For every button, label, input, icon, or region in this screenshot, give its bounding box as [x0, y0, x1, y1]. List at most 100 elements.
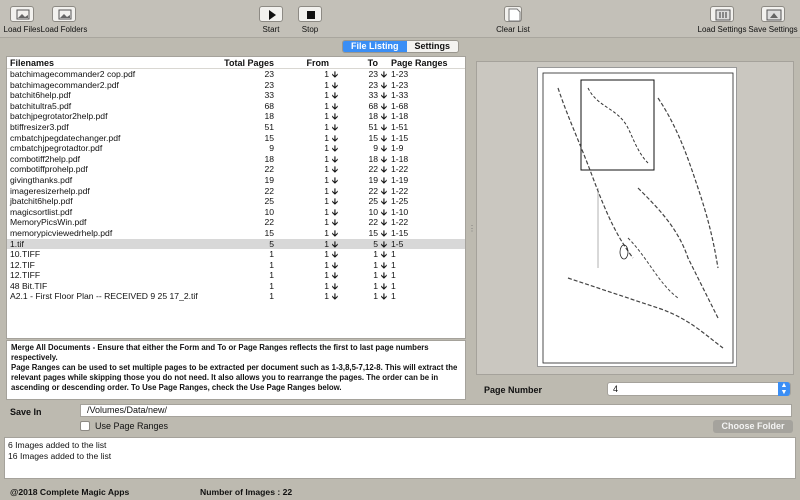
- down-arrow-icon[interactable]: 🡫: [329, 186, 341, 197]
- to-stepper[interactable]: 22: [341, 164, 378, 175]
- updown-chevron-icon[interactable]: ▲ ▼: [778, 382, 790, 396]
- down-arrow-icon[interactable]: 🡫: [378, 90, 390, 101]
- down-arrow-icon[interactable]: 🡫: [329, 164, 341, 175]
- to-stepper[interactable]: 10: [341, 207, 378, 218]
- from-stepper[interactable]: 1: [274, 270, 329, 281]
- table-row[interactable]: 1.tif 5 1 🡫 5 🡫 1-5: [7, 238, 465, 250]
- table-row[interactable]: 48 Bit.TIF 1 1 🡫 1 🡫 1: [7, 281, 465, 292]
- clear-list-button[interactable]: Clear List: [483, 6, 543, 34]
- to-stepper[interactable]: 23: [341, 69, 378, 80]
- table-row[interactable]: givingthanks.pdf 19 1 🡫 19 🡫 1-19: [7, 175, 465, 186]
- down-arrow-icon[interactable]: 🡫: [329, 207, 341, 218]
- from-stepper[interactable]: 1: [274, 143, 329, 154]
- from-stepper[interactable]: 1: [274, 217, 329, 228]
- down-arrow-icon[interactable]: 🡫: [329, 80, 341, 91]
- to-stepper[interactable]: 18: [341, 154, 378, 165]
- from-stepper[interactable]: 1: [274, 186, 329, 197]
- down-arrow-icon[interactable]: 🡫: [329, 249, 341, 260]
- down-arrow-icon[interactable]: 🡫: [329, 101, 341, 112]
- page-ranges-field[interactable]: 1-22: [390, 217, 460, 228]
- table-row[interactable]: batchjpegrotator2help.pdf 18 1 🡫 18 🡫 1-18: [7, 111, 465, 122]
- page-ranges-field[interactable]: 1-23: [390, 80, 460, 91]
- down-arrow-icon[interactable]: 🡫: [378, 217, 390, 228]
- page-ranges-field[interactable]: 1: [390, 281, 460, 292]
- table-row[interactable]: btiffresizer3.pdf 51 1 🡫 51 🡫 1-51: [7, 122, 465, 133]
- page-ranges-field[interactable]: 1: [390, 291, 460, 302]
- from-stepper[interactable]: 1: [274, 69, 329, 80]
- page-ranges-field[interactable]: 1-51: [390, 122, 460, 133]
- save-path-field[interactable]: /Volumes/Data/new/: [80, 404, 792, 417]
- to-stepper[interactable]: 15: [341, 133, 378, 144]
- down-arrow-icon[interactable]: 🡫: [378, 69, 390, 80]
- down-arrow-icon[interactable]: 🡫: [378, 111, 390, 122]
- down-arrow-icon[interactable]: 🡫: [378, 291, 390, 302]
- page-number-select[interactable]: 4 ▲ ▼: [607, 382, 791, 396]
- page-ranges-field[interactable]: 1-23: [390, 69, 460, 80]
- table-row[interactable]: A2.1 - First Floor Plan -- RECEIVED 9 25…: [7, 291, 465, 302]
- down-arrow-icon[interactable]: 🡫: [329, 228, 341, 239]
- table-row[interactable]: MemoryPicsWin.pdf 22 1 🡫 22 🡫 1-22: [7, 217, 465, 228]
- down-arrow-icon[interactable]: 🡫: [329, 133, 341, 144]
- page-ranges-field[interactable]: 1-22: [390, 164, 460, 175]
- table-row[interactable]: magicsortlist.pdf 10 1 🡫 10 🡫 1-10: [7, 207, 465, 218]
- down-arrow-icon[interactable]: 🡫: [378, 101, 390, 112]
- from-stepper[interactable]: 1: [274, 239, 329, 250]
- to-stepper[interactable]: 22: [341, 217, 378, 228]
- table-row[interactable]: memorypicviewedrhelp.pdf 15 1 🡫 15 🡫 1-15: [7, 228, 465, 239]
- column-header-total-pages[interactable]: Total Pages: [212, 57, 274, 68]
- to-stepper[interactable]: 1: [341, 291, 378, 302]
- down-arrow-icon[interactable]: 🡫: [378, 228, 390, 239]
- column-header-to[interactable]: To: [341, 57, 378, 68]
- column-header-filenames[interactable]: Filenames: [7, 57, 212, 68]
- from-stepper[interactable]: 1: [274, 196, 329, 207]
- down-arrow-icon[interactable]: 🡫: [378, 260, 390, 271]
- down-arrow-icon[interactable]: 🡫: [378, 281, 390, 292]
- down-arrow-icon[interactable]: 🡫: [378, 154, 390, 165]
- down-arrow-icon[interactable]: 🡫: [329, 196, 341, 207]
- down-arrow-icon[interactable]: 🡫: [378, 80, 390, 91]
- to-stepper[interactable]: 19: [341, 175, 378, 186]
- from-stepper[interactable]: 1: [274, 90, 329, 101]
- from-stepper[interactable]: 1: [274, 175, 329, 186]
- page-ranges-field[interactable]: 1-18: [390, 111, 460, 122]
- down-arrow-icon[interactable]: 🡫: [378, 175, 390, 186]
- page-ranges-field[interactable]: 1: [390, 249, 460, 260]
- page-ranges-field[interactable]: 1-25: [390, 196, 460, 207]
- from-stepper[interactable]: 1: [274, 207, 329, 218]
- down-arrow-icon[interactable]: 🡫: [329, 90, 341, 101]
- down-arrow-icon[interactable]: 🡫: [378, 186, 390, 197]
- split-view-divider[interactable]: ⋮: [466, 56, 476, 400]
- from-stepper[interactable]: 1: [274, 228, 329, 239]
- page-ranges-field[interactable]: 1-22: [390, 186, 460, 197]
- choose-folder-button[interactable]: Choose Folder: [713, 420, 793, 433]
- from-stepper[interactable]: 1: [274, 80, 329, 91]
- down-arrow-icon[interactable]: 🡫: [378, 270, 390, 281]
- table-row[interactable]: cmbatchjpegrotadtor.pdf 9 1 🡫 9 🡫 1-9: [7, 143, 465, 154]
- checkbox-icon[interactable]: [80, 421, 90, 431]
- page-ranges-field[interactable]: 1-9: [390, 143, 460, 154]
- to-stepper[interactable]: 23: [341, 80, 378, 91]
- down-arrow-icon[interactable]: 🡫: [378, 239, 390, 250]
- table-row[interactable]: imageresizerhelp.pdf 22 1 🡫 22 🡫 1-22: [7, 186, 465, 197]
- table-row[interactable]: 12.TIF 1 1 🡫 1 🡫 1: [7, 260, 465, 271]
- table-row[interactable]: batchimagecommander2 cop.pdf 23 1 🡫 23 🡫 1-23: [7, 69, 465, 80]
- to-stepper[interactable]: 1: [341, 270, 378, 281]
- table-row[interactable]: batchimagecommander2.pdf 23 1 🡫 23 🡫 1-23: [7, 80, 465, 91]
- table-row[interactable]: batchit6help.pdf 33 1 🡫 33 🡫 1-33: [7, 90, 465, 101]
- down-arrow-icon[interactable]: 🡫: [378, 133, 390, 144]
- down-arrow-icon[interactable]: 🡫: [378, 122, 390, 133]
- down-arrow-icon[interactable]: 🡫: [329, 175, 341, 186]
- to-stepper[interactable]: 25: [341, 196, 378, 207]
- table-row[interactable]: jbatchit6help.pdf 25 1 🡫 25 🡫 1-25: [7, 196, 465, 207]
- save-settings-button[interactable]: Save Settings: [743, 6, 800, 34]
- file-list-table[interactable]: Filenames Total Pages From To Page Range…: [6, 56, 466, 339]
- page-ranges-field[interactable]: 1: [390, 260, 460, 271]
- from-stepper[interactable]: 1: [274, 281, 329, 292]
- load-folders-button[interactable]: Load Folders: [34, 6, 94, 34]
- tab-file-listing[interactable]: File Listing: [343, 41, 407, 52]
- to-stepper[interactable]: 5: [341, 239, 378, 250]
- down-arrow-icon[interactable]: 🡫: [329, 270, 341, 281]
- down-arrow-icon[interactable]: 🡫: [378, 143, 390, 154]
- down-arrow-icon[interactable]: 🡫: [378, 207, 390, 218]
- from-stepper[interactable]: 1: [274, 164, 329, 175]
